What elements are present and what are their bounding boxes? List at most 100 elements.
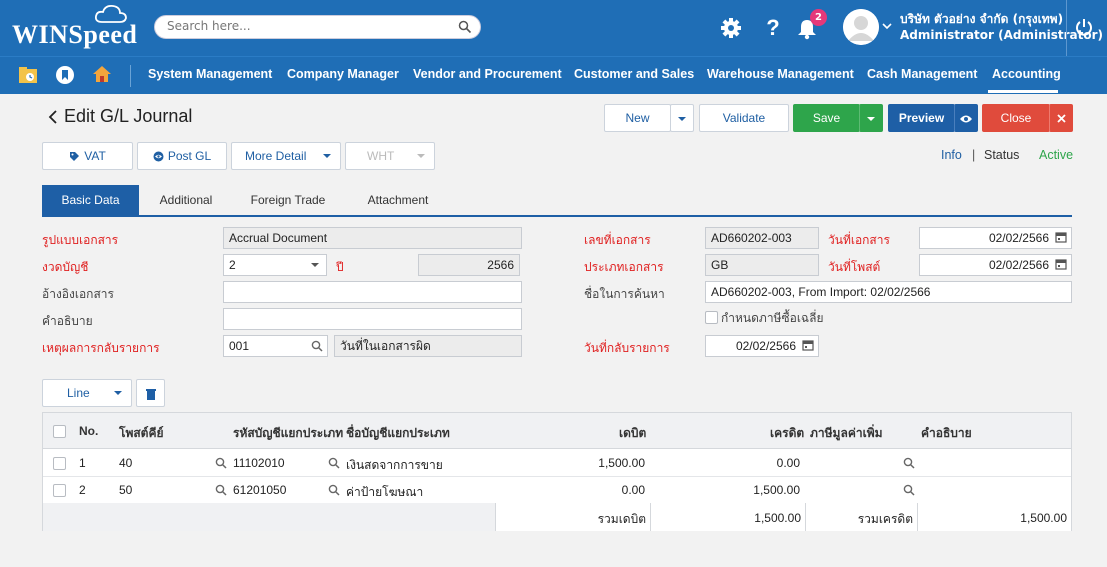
ref-doc-input[interactable] [223,281,522,303]
validate-button[interactable]: Validate [699,104,789,132]
search-icon[interactable] [328,484,340,496]
search-icon[interactable] [328,457,340,469]
nav-vendor-procurement[interactable]: Vendor and Procurement [413,67,562,81]
bookmark-icon[interactable] [56,65,74,85]
period-value: 2 [229,258,236,272]
tab-foreign-trade[interactable]: Foreign Trade [238,185,338,216]
info-link[interactable]: Info [941,148,962,162]
save-dropdown-button[interactable] [859,104,883,132]
save-button[interactable]: Save [793,104,860,132]
user-name: Administrator (Administrator) [900,28,1104,42]
new-dropdown-button[interactable] [670,104,694,132]
reverse-date-input[interactable]: 02/02/2566 [705,335,819,357]
nav-customer-sales[interactable]: Customer and Sales [574,67,694,81]
delete-line-button[interactable] [136,379,165,407]
description-input[interactable] [223,308,522,330]
row-post-key[interactable]: 40 [119,456,132,470]
nav-company-manager[interactable]: Company Manager [287,67,399,81]
nav-warehouse-management[interactable]: Warehouse Management [707,67,854,81]
row-debit[interactable]: 1,500.00 [598,456,645,470]
doc-no-label: เลขที่เอกสาร [584,233,651,247]
row-checkbox[interactable] [53,484,66,497]
col-post-key: โพสต์คีย์ [119,426,164,440]
col-debit: เดบิต [619,426,647,440]
search-icon[interactable] [215,457,227,469]
search-input[interactable] [167,19,447,33]
gear-icon[interactable] [718,14,744,42]
search-icon[interactable] [458,20,472,34]
tab-basic-data[interactable]: Basic Data [42,185,139,216]
notification-badge: 2 [810,9,827,26]
calendar-icon[interactable] [1055,231,1067,243]
description-label: คำอธิบาย [42,314,93,328]
ref-doc-label: อ้างอิงเอกสาร [42,287,114,301]
search-icon[interactable] [215,484,227,496]
post-date-input[interactable]: 02/02/2566 [919,254,1072,276]
help-icon[interactable]: ? [760,14,786,42]
status-label: Status [984,148,1020,162]
tab-bar: Basic Data Additional Foreign Trade Atta… [42,185,1072,217]
app-logo[interactable]: WINSpeed [12,4,138,50]
row-account-code[interactable]: 61201050 [233,483,286,497]
year-label: ปี [336,260,344,274]
row-credit[interactable]: 0.00 [777,456,800,470]
avg-tax-checkbox[interactable] [705,311,718,324]
search-icon[interactable] [903,457,915,469]
brand-name: WINSpeed [12,20,138,49]
user-avatar-icon [843,9,879,45]
back-chevron-icon[interactable] [48,110,58,124]
post-gl-label: Post GL [167,149,212,163]
journal-lines-table: No. โพสต์คีย์ รหัสบัญชีแยกประเภท ชื่อบัญ… [42,412,1072,531]
calendar-icon[interactable] [1055,258,1067,270]
select-all-checkbox[interactable] [53,425,66,438]
nav-cash-management[interactable]: Cash Management [867,67,977,81]
reverse-date-label: วันที่กลับรายการ [584,341,670,355]
nav-system-management[interactable]: System Management [148,67,272,81]
table-row[interactable]: 1 40 11102010 เงินสดจากการขาย 1,500.00 0… [43,450,1071,477]
caret-down-icon [323,154,331,158]
row-account-code[interactable]: 11102010 [233,456,285,470]
doc-date-input[interactable]: 02/02/2566 [919,227,1072,249]
period-select[interactable]: 2 [223,254,327,276]
status-value: Active [1039,148,1074,162]
new-button[interactable]: New [604,104,671,132]
folder-clock-icon[interactable] [18,66,38,84]
vat-button[interactable]: VAT [42,142,133,170]
search-icon[interactable] [903,484,915,496]
eye-circle-icon [153,151,164,162]
tab-additional[interactable]: Additional [139,185,233,216]
user-info[interactable]: บริษัท ตัวอย่าง จำกัด (กรุงเทพ) Administ… [900,11,1103,43]
global-search[interactable] [154,15,481,39]
avatar[interactable] [843,9,879,45]
reverse-reason-input[interactable]: 001 [223,335,328,357]
preview-button[interactable]: Preview [888,104,955,132]
reverse-reason-desc: วันที่ในเอกสารผิด [334,335,522,357]
row-checkbox[interactable] [53,457,66,470]
calendar-icon[interactable] [802,339,814,351]
row-debit[interactable]: 0.00 [622,483,645,497]
more-detail-button[interactable]: More Detail [231,142,341,170]
post-gl-button[interactable]: Post GL [137,142,227,170]
search-name-input[interactable]: AD660202-003, From Import: 02/02/2566 [705,281,1072,303]
preview-eye-button[interactable] [954,104,978,132]
line-button[interactable]: Line [42,379,132,407]
nav-accounting[interactable]: Accounting [992,67,1061,81]
close-x-button[interactable] [1049,104,1073,132]
close-button[interactable]: Close [982,104,1050,132]
doc-no-field: AD660202-003 [705,227,819,249]
vat-label: VAT [84,149,106,163]
table-row[interactable]: 2 50 61201050 ค่าป้ายโฆษณา 0.00 1,500.00 [43,477,1071,504]
chevron-down-icon[interactable] [882,22,892,30]
total-debit-cell: 1,500.00 [650,503,805,531]
row-credit[interactable]: 1,500.00 [753,483,800,497]
tag-icon [70,152,80,162]
tab-attachment[interactable]: Attachment [348,185,448,216]
total-debit-label-cell: รวมเดบิต [495,503,650,531]
row-no: 2 [79,483,86,497]
row-post-key[interactable]: 50 [119,483,132,497]
search-icon[interactable] [311,340,323,352]
power-icon[interactable] [1074,17,1094,37]
doc-type-label: ประเภทเอกสาร [584,260,664,274]
caret-down-icon [867,116,875,121]
home-icon[interactable] [92,64,112,84]
